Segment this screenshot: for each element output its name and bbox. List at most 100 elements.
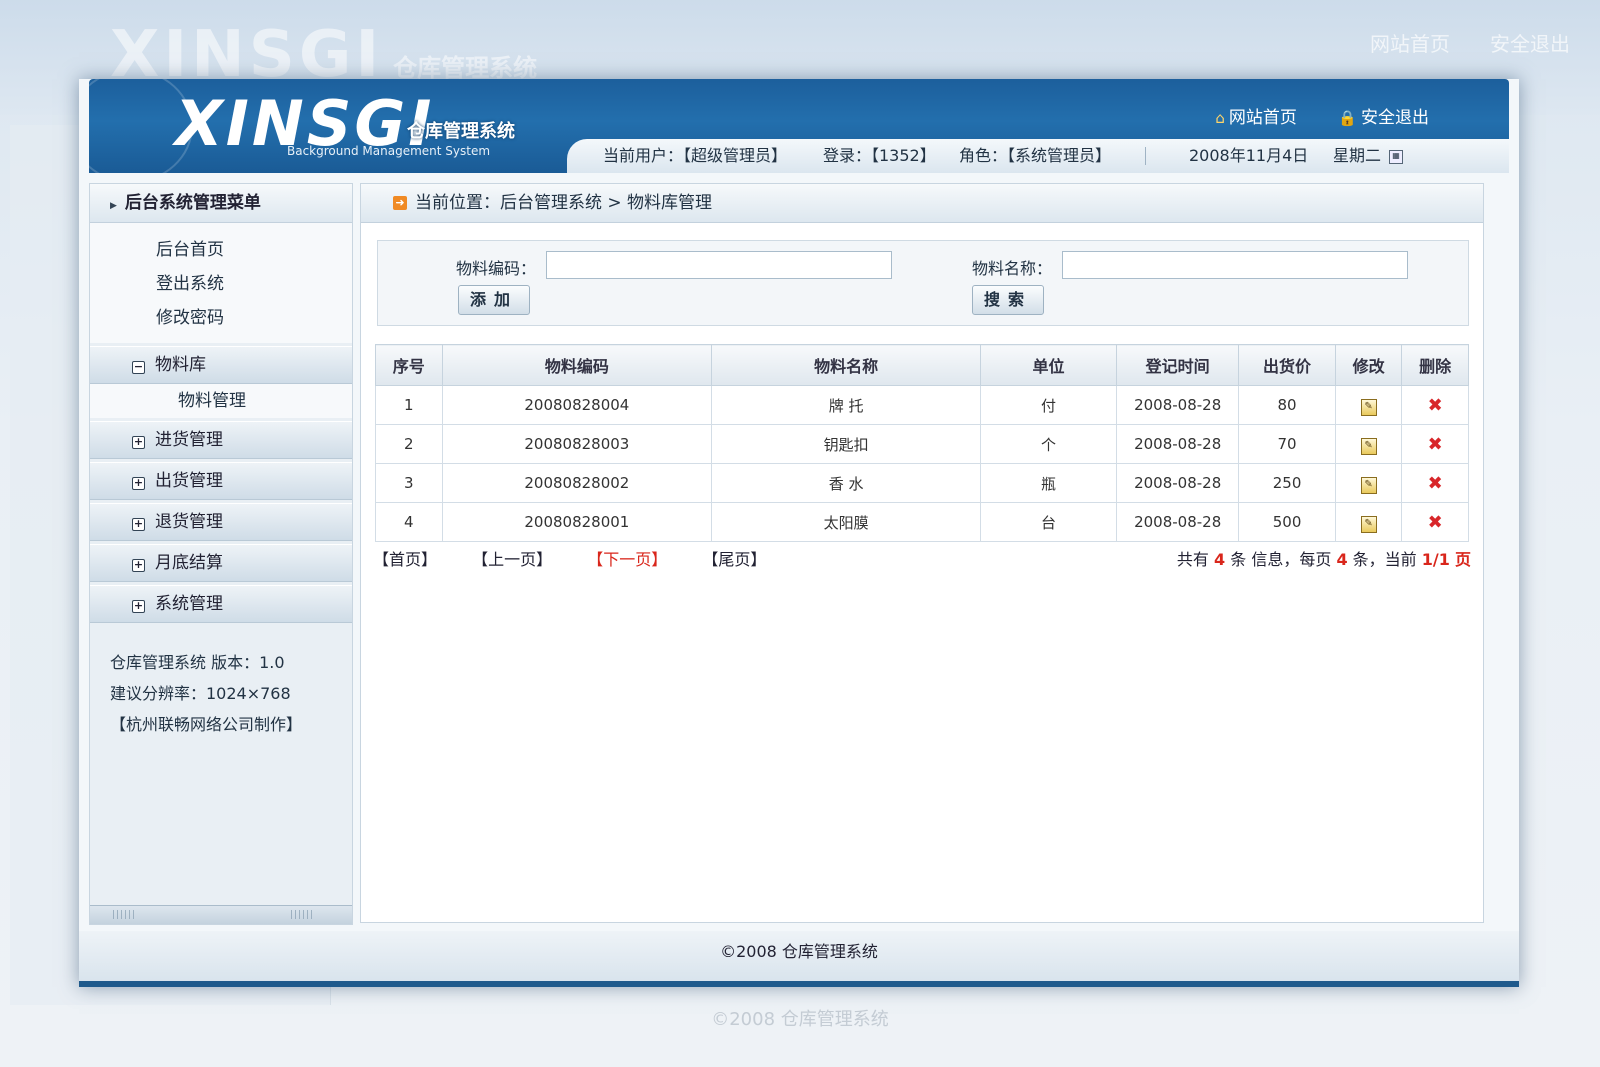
- menu-label: 退货管理: [155, 512, 223, 532]
- home-icon: ⌂: [1215, 109, 1225, 127]
- cell-price: 70: [1238, 424, 1336, 464]
- sidebar: ▶ 后台系统管理菜单 后台首页 登出系统 修改密码 − 物料库 物料管理 + 进货管理…: [89, 183, 353, 925]
- table-header-row: 序号 物料编码 物料名称 单位 登记时间 出货价 修改 删除: [375, 344, 1469, 386]
- menu-system[interactable]: + 系统管理: [90, 585, 352, 623]
- submenu-material-management[interactable]: 物料管理: [90, 384, 352, 418]
- add-button[interactable]: 添加: [458, 285, 530, 315]
- cell-no: 2: [375, 424, 443, 464]
- search-button[interactable]: 搜索: [972, 285, 1044, 315]
- edit-icon[interactable]: ✎: [1360, 437, 1377, 455]
- menu-label: 出货管理: [155, 471, 223, 491]
- sidebar-link-logout[interactable]: 登出系统: [156, 267, 352, 301]
- sidebar-title: ▶ 后台系统管理菜单: [90, 184, 352, 223]
- search-panel: 物料编码： 物料名称： 添加 搜索: [377, 240, 1469, 326]
- sidebar-quick-links: 后台首页 登出系统 修改密码: [90, 223, 352, 343]
- header-banner: XINSGI 仓库管理系统 Background Management Syst…: [89, 79, 1509, 173]
- grip-right: ||||||: [290, 910, 315, 920]
- sidebar-link-home[interactable]: 后台首页: [156, 233, 352, 267]
- footer-line: [79, 981, 1519, 987]
- cell-price: 500: [1238, 502, 1336, 542]
- col-price: 出货价: [1238, 344, 1336, 386]
- delete-icon[interactable]: ✖: [1428, 434, 1443, 455]
- home-link[interactable]: ⌂ 网站首页: [1215, 108, 1297, 128]
- menu-label: 物料库: [155, 355, 206, 375]
- cell-name: 太阳膜: [711, 502, 982, 542]
- menu-label: 进货管理: [155, 430, 223, 450]
- edit-icon[interactable]: ✎: [1360, 398, 1377, 416]
- sidebar-bottom-bar: |||||| ||||||: [90, 905, 352, 924]
- cell-delete: ✖: [1401, 463, 1469, 503]
- collapse-icon: −: [132, 360, 145, 374]
- info-mid: 条 信息，每页: [1230, 550, 1332, 569]
- cell-date: 2008-08-28: [1115, 385, 1240, 425]
- credit-line: 【杭州联畅网络公司制作】: [110, 715, 303, 734]
- main-content: ➜ 当前位置：后台管理系统 > 物料库管理 物料编码： 物料名称： 添加 搜索 序…: [360, 183, 1484, 923]
- edit-icon[interactable]: ✎: [1360, 476, 1377, 494]
- col-no: 序号: [375, 344, 443, 386]
- expand-icon: +: [132, 599, 145, 613]
- weekday-label: 星期二: [1333, 146, 1382, 165]
- delete-icon[interactable]: ✖: [1428, 512, 1443, 533]
- background-footer: ©2008 仓库管理系统: [711, 1009, 889, 1030]
- cell-unit: 个: [980, 424, 1117, 464]
- cell-no: 1: [375, 385, 443, 425]
- cell-delete: ✖: [1401, 502, 1469, 542]
- cell-price: 250: [1238, 463, 1336, 503]
- version-line: 仓库管理系统 版本：1.0: [110, 653, 285, 672]
- cell-no: 3: [375, 463, 443, 503]
- cell-edit: ✎: [1334, 502, 1403, 542]
- info-prefix: 共有: [1176, 550, 1209, 569]
- arrow-right-icon: ➜: [393, 196, 407, 210]
- menu-label: 月底结算: [155, 553, 223, 573]
- sidebar-link-change-password[interactable]: 修改密码: [156, 301, 352, 335]
- menu-shipping[interactable]: + 出货管理: [90, 462, 352, 500]
- edit-icon[interactable]: ✎: [1360, 515, 1377, 533]
- menu-material-library[interactable]: − 物料库: [90, 346, 352, 384]
- menu-purchase[interactable]: + 进货管理: [90, 421, 352, 459]
- col-unit: 单位: [980, 344, 1117, 386]
- cell-code: 20080828003: [441, 424, 713, 464]
- table-row: 4 20080828001 太阳膜 台 2008-08-28 500 ✎ ✖: [375, 502, 1469, 542]
- next-page-link[interactable]: 【下一页】: [587, 550, 667, 569]
- info-suffix: 页: [1454, 550, 1471, 569]
- cell-unit: 台: [980, 502, 1117, 542]
- logo-english: Background Management System: [287, 144, 491, 158]
- material-name-label: 物料名称：: [972, 259, 1053, 278]
- cell-code: 20080828002: [441, 463, 713, 503]
- calendar-icon[interactable]: ▦: [1389, 149, 1404, 164]
- footer: ©2008 仓库管理系统: [79, 931, 1519, 981]
- cell-price: 80: [1238, 385, 1336, 425]
- cell-name: 牌 托: [711, 385, 982, 425]
- menu-returns[interactable]: + 退货管理: [90, 503, 352, 541]
- breadcrumb-text: 当前位置：后台管理系统 > 物料库管理: [415, 193, 713, 213]
- last-page-link[interactable]: 【尾页】: [702, 550, 766, 569]
- logout-link[interactable]: 🔒 安全退出: [1338, 108, 1429, 128]
- cell-code: 20080828001: [441, 502, 713, 542]
- logout-link-label: 安全退出: [1361, 108, 1429, 128]
- current-page: 1/1: [1421, 550, 1450, 569]
- delete-icon[interactable]: ✖: [1428, 473, 1443, 494]
- cell-edit: ✎: [1334, 424, 1403, 464]
- first-page-link[interactable]: 【首页】: [373, 550, 437, 569]
- cell-date: 2008-08-28: [1115, 424, 1240, 464]
- col-delete: 删除: [1401, 344, 1469, 386]
- menu-month-end[interactable]: + 月底结算: [90, 544, 352, 582]
- col-name: 物料名称: [711, 344, 982, 386]
- table-row: 2 20080828003 钥匙扣 个 2008-08-28 70 ✎ ✖: [375, 424, 1469, 464]
- version-info: 仓库管理系统 版本：1.0 建议分辨率：1024×768 【杭州联畅网络公司制作…: [90, 623, 352, 740]
- prev-page-link[interactable]: 【上一页】: [472, 550, 552, 569]
- col-code: 物料编码: [441, 344, 713, 386]
- cell-delete: ✖: [1401, 424, 1469, 464]
- col-edit: 修改: [1334, 344, 1403, 386]
- user-role: 角色：【系统管理员】: [959, 146, 1112, 165]
- expand-icon: +: [132, 476, 145, 490]
- weekday: 星期二 ▦: [1333, 139, 1404, 173]
- material-code-input[interactable]: [546, 251, 892, 279]
- cell-date: 2008-08-28: [1115, 502, 1240, 542]
- material-name-input[interactable]: [1062, 251, 1408, 279]
- table-row: 3 20080828002 香 水 瓶 2008-08-28 250 ✎ ✖: [375, 463, 1469, 503]
- menu-label: 系统管理: [155, 594, 223, 614]
- expand-icon: +: [132, 435, 145, 449]
- divider: [1145, 147, 1146, 165]
- delete-icon[interactable]: ✖: [1428, 395, 1443, 416]
